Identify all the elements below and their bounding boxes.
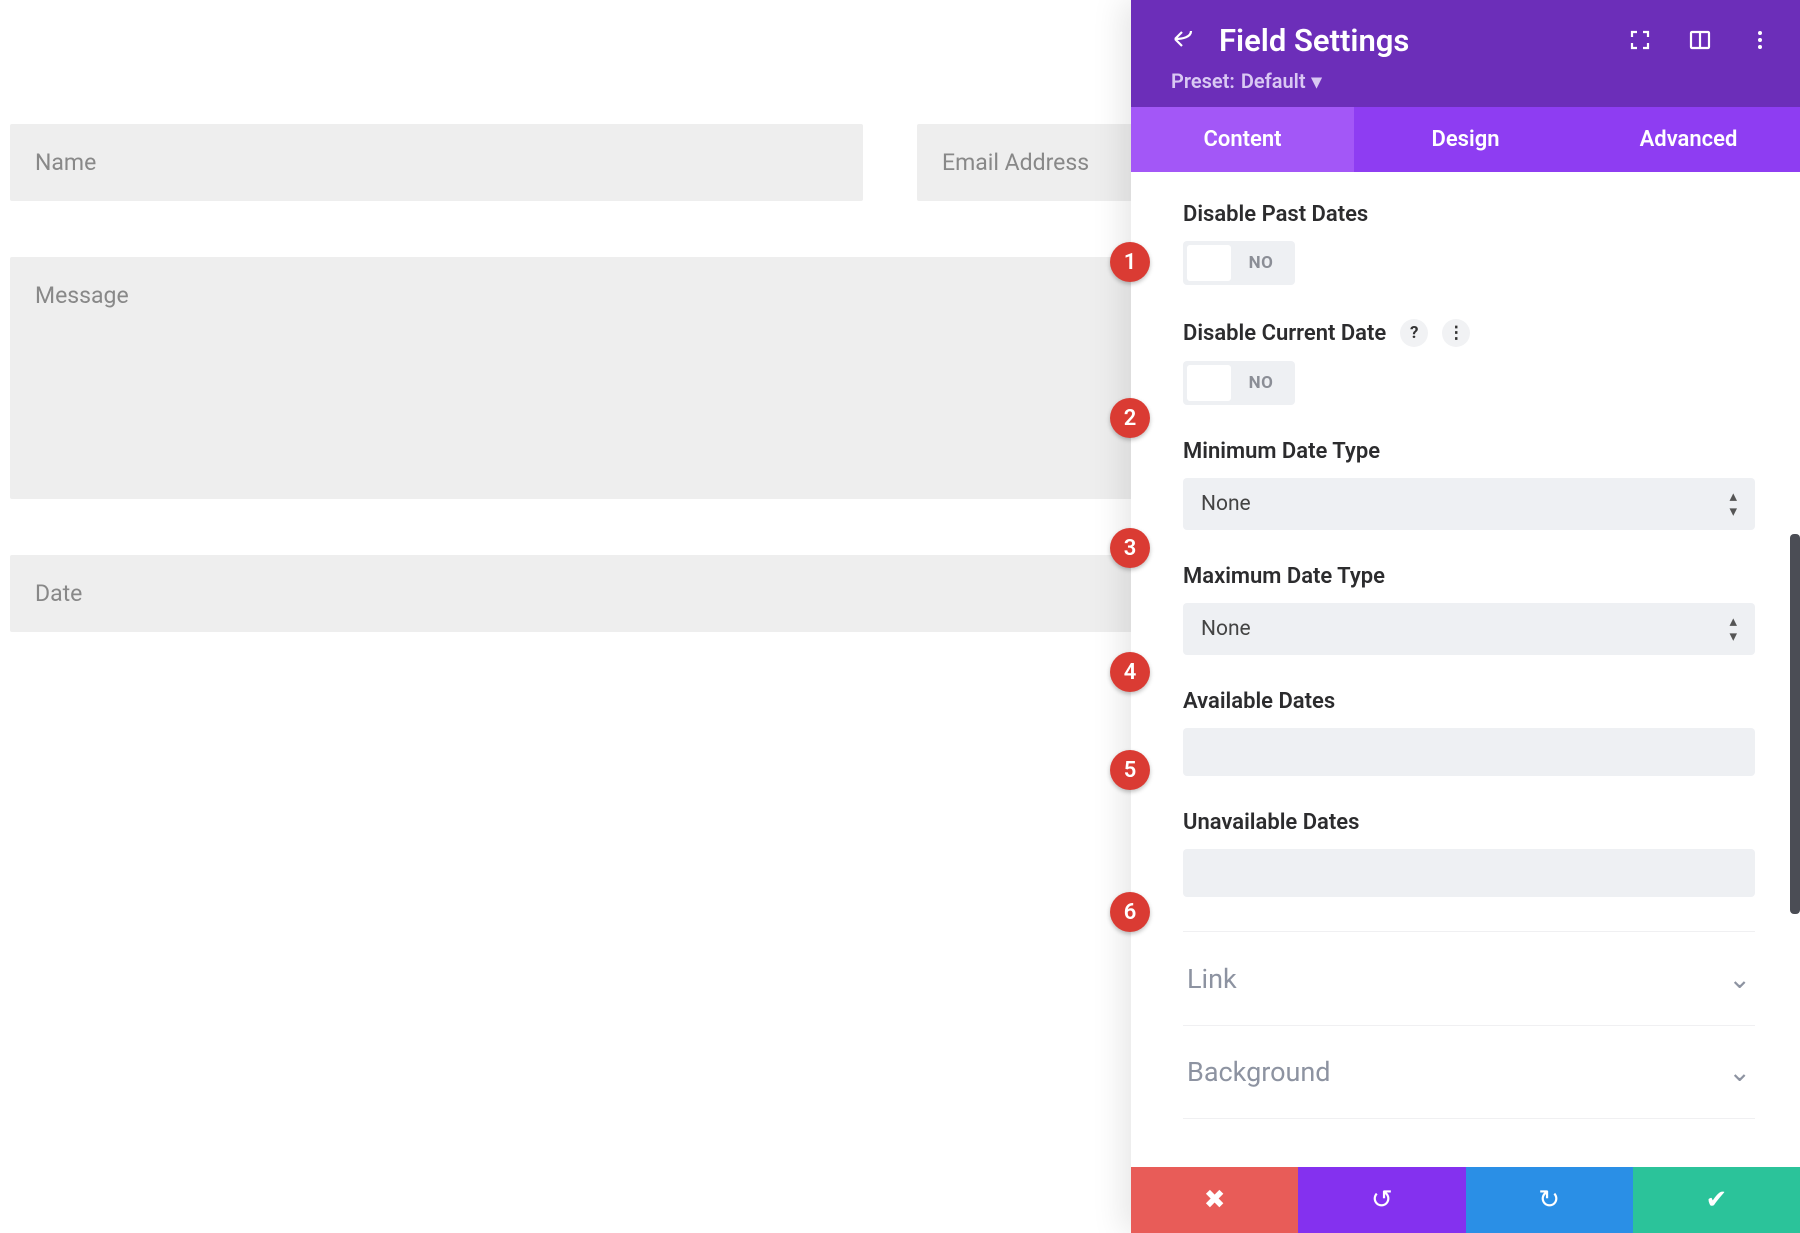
preset-value: Default [1241,69,1306,93]
tab-design[interactable]: Design [1354,107,1577,172]
label-available-dates: Available Dates [1183,689,1335,714]
toggle-disable-current-date[interactable]: NO [1183,361,1295,405]
annotation-badge-2: 2 [1110,398,1150,438]
input-unavailable-dates[interactable] [1183,849,1755,897]
settings-panel: Field Settings Preset: Default ▾ Content… [1131,0,1800,1233]
save-button[interactable]: ✔ [1633,1167,1800,1233]
chevron-down-icon: ⌄ [1728,1056,1751,1088]
accordion-link-label: Link [1187,963,1237,995]
select-caret-icon: ▴▾ [1729,614,1737,644]
preset-label: Preset: [1171,69,1235,93]
redo-button[interactable]: ↻ [1466,1167,1633,1233]
setting-more-icon[interactable]: ⋮ [1442,319,1470,347]
toggle-text: NO [1231,373,1291,393]
label-disable-past-dates: Disable Past Dates [1183,202,1368,227]
tab-advanced[interactable]: Advanced [1577,107,1800,172]
toggle-text: NO [1231,253,1291,273]
annotation-badge-4: 4 [1110,652,1150,692]
select-max-date-type[interactable]: None ▴▾ [1183,603,1755,655]
panel-header: Field Settings Preset: Default ▾ [1131,0,1800,107]
more-vert-icon[interactable] [1748,28,1772,56]
setting-unavailable-dates: Unavailable Dates [1183,810,1755,897]
check-icon: ✔ [1705,1185,1727,1215]
select-min-date-type[interactable]: None ▴▾ [1183,478,1755,530]
expand-icon[interactable] [1628,28,1652,56]
label-unavailable-dates: Unavailable Dates [1183,810,1359,835]
select-caret-icon: ▴▾ [1729,489,1737,519]
select-value: None [1201,492,1251,516]
cancel-button[interactable]: ✖ [1131,1167,1298,1233]
input-available-dates[interactable] [1183,728,1755,776]
chevron-down-icon: ⌄ [1728,963,1751,995]
setting-max-date-type: Maximum Date Type None ▴▾ [1183,564,1755,655]
name-field[interactable]: Name [10,124,863,201]
panel-actions: ✖ ↺ ↻ ✔ [1131,1167,1800,1233]
preset-selector[interactable]: Preset: Default ▾ [1171,69,1760,93]
undo-icon: ↺ [1371,1185,1393,1215]
columns-icon[interactable] [1688,28,1712,56]
label-min-date-type: Minimum Date Type [1183,439,1380,464]
settings-tabs: Content Design Advanced [1131,107,1800,172]
annotation-badge-5: 5 [1110,750,1150,790]
scrollbar-thumb[interactable] [1790,534,1800,914]
setting-available-dates: Available Dates [1183,689,1755,776]
undo-button[interactable]: ↺ [1298,1167,1465,1233]
accordion-background-label: Background [1187,1056,1331,1088]
toggle-knob [1187,245,1231,281]
redo-icon: ↻ [1538,1185,1560,1215]
caret-down-icon: ▾ [1312,69,1322,93]
setting-disable-past-dates: Disable Past Dates NO [1183,202,1755,285]
toggle-disable-past-dates[interactable]: NO [1183,241,1295,285]
setting-min-date-type: Minimum Date Type None ▴▾ [1183,439,1755,530]
select-value: None [1201,617,1251,641]
panel-title: Field Settings [1219,22,1409,59]
panel-body: Disable Past Dates NO Disable Current Da… [1131,172,1800,1167]
annotation-badge-3: 3 [1110,528,1150,568]
accordion-background[interactable]: Background ⌄ [1183,1025,1755,1119]
label-disable-current-date: Disable Current Date [1183,321,1386,346]
help-icon[interactable]: ? [1400,319,1428,347]
tab-content[interactable]: Content [1131,107,1354,172]
label-max-date-type: Maximum Date Type [1183,564,1385,589]
annotation-badge-1: 1 [1110,242,1150,282]
back-icon[interactable] [1171,27,1195,55]
close-icon: ✖ [1204,1185,1226,1215]
annotation-badge-6: 6 [1110,892,1150,932]
accordion-link[interactable]: Link ⌄ [1183,931,1755,1025]
toggle-knob [1187,365,1231,401]
setting-disable-current-date: Disable Current Date ? ⋮ NO [1183,319,1755,405]
